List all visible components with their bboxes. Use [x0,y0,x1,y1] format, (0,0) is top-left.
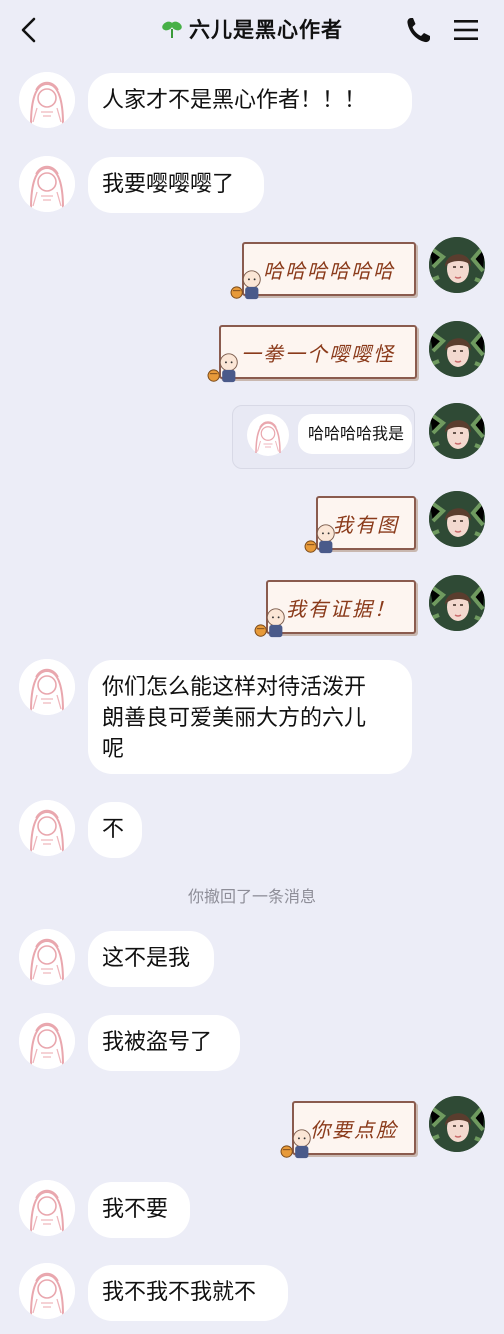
message-bubble[interactable]: 不 [88,802,142,858]
contact-avatar[interactable] [19,929,75,985]
mascot-icon [278,1127,318,1161]
contact-avatar[interactable] [19,659,75,715]
contact-avatar[interactable] [19,1263,75,1319]
message-text-line: 朗善良可爱美丽大方的六儿 [102,706,367,731]
sticker-text: 一拳一个嘤嘤怪 [241,341,395,366]
sticker-message[interactable]: 哈哈哈哈哈哈 [228,240,418,300]
message-text: 我不我不我就不 [102,1280,257,1305]
self-avatar[interactable] [429,575,485,631]
message-text-line: 呢 [102,737,125,762]
message-bubble[interactable]: 我不要 [88,1182,190,1238]
quoted-message-text: 哈哈哈哈我是 [298,414,412,454]
message-bubble[interactable]: 我被盗号了 [88,1015,240,1071]
mascot-icon [302,522,342,556]
hamburger-menu-icon[interactable] [452,16,480,44]
message-bubble[interactable]: 这不是我 [88,931,214,987]
system-notice-recalled: 你撤回了一条消息 [187,887,316,906]
contact-avatar[interactable] [19,1013,75,1069]
chat-header: 六儿是黑心作者 [0,0,504,60]
message-bubble[interactable]: 我要嘤嘤嘤了 [88,157,264,213]
message-text: 我不要 [102,1197,169,1222]
self-avatar[interactable] [429,491,485,547]
mascot-icon [252,606,292,640]
sprout-icon [162,21,182,38]
mascot-icon [228,268,268,302]
message-text: 人家才不是黑心作者！！！ [102,88,367,113]
message-text: 我要嘤嘤嘤了 [102,172,235,197]
sticker-message[interactable]: 我有证据！ [252,578,418,638]
message-bubble[interactable]: 我不我不我就不 [88,1265,288,1321]
quoted-avatar [247,414,289,456]
message-text: 不 [102,817,125,842]
contact-avatar[interactable] [19,156,75,212]
sticker-message[interactable]: 你要点脸 [278,1099,418,1159]
message-text: 我被盗号了 [102,1030,213,1055]
contact-avatar[interactable] [19,72,75,128]
sticker-message[interactable]: 我有图 [302,494,418,554]
phone-icon[interactable] [404,15,432,45]
message-text-line: 你们怎么能这样对待活泼开 [102,675,367,700]
message-bubble[interactable]: 你们怎么能这样对待活泼开 朗善良可爱美丽大方的六儿 呢 [88,660,412,774]
self-avatar[interactable] [429,1096,485,1152]
contact-avatar[interactable] [19,800,75,856]
contact-avatar[interactable] [19,1180,75,1236]
chat-title-text: 六儿是黑心作者 [189,18,343,42]
message-bubble[interactable]: 人家才不是黑心作者！！！ [88,73,412,129]
self-avatar[interactable] [429,321,485,377]
self-avatar[interactable] [429,403,485,459]
sticker-message[interactable]: 一拳一个嘤嘤怪 [205,323,419,383]
mascot-icon [205,351,245,385]
message-text: 这不是我 [102,946,191,971]
sticker-text: 哈哈哈哈哈哈 [263,258,395,283]
self-avatar[interactable] [429,237,485,293]
